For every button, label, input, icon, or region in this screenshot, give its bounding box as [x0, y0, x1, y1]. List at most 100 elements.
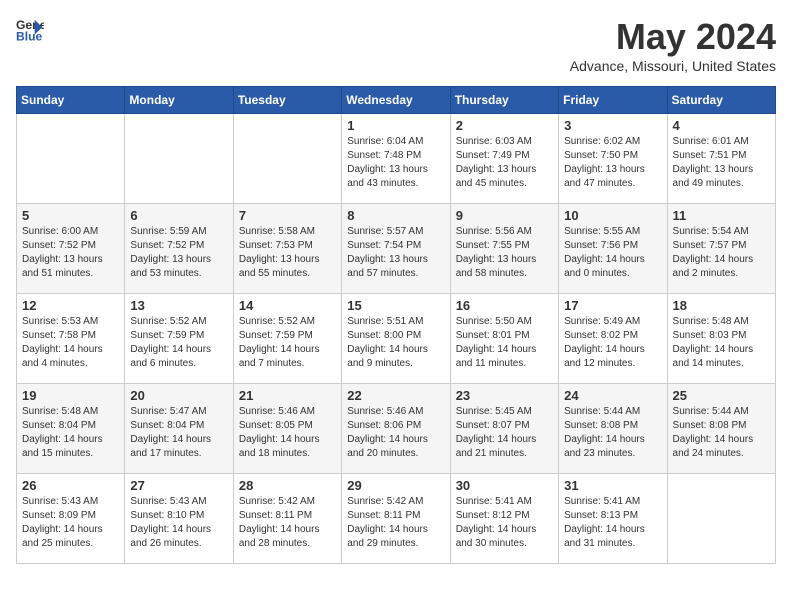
calendar-cell: 28 Sunrise: 5:42 AM Sunset: 8:11 PM Dayli… [233, 474, 341, 564]
day-number: 3 [564, 118, 661, 133]
day-number: 18 [673, 298, 770, 313]
calendar-cell: 22 Sunrise: 5:46 AM Sunset: 8:06 PM Dayli… [342, 384, 450, 474]
week-row-1: 1 Sunrise: 6:04 AM Sunset: 7:48 PM Daylig… [17, 114, 776, 204]
svg-text:Blue: Blue [16, 29, 43, 43]
day-number: 1 [347, 118, 444, 133]
cell-info: Sunrise: 6:02 AM Sunset: 7:50 PM Dayligh… [564, 135, 661, 191]
calendar-cell [233, 114, 341, 204]
calendar-cell [17, 114, 125, 204]
calendar-cell: 12 Sunrise: 5:53 AM Sunset: 7:58 PM Dayli… [17, 294, 125, 384]
calendar-cell: 7 Sunrise: 5:58 AM Sunset: 7:53 PM Daylig… [233, 204, 341, 294]
calendar-cell: 30 Sunrise: 5:41 AM Sunset: 8:12 PM Dayli… [450, 474, 558, 564]
cell-info: Sunrise: 5:52 AM Sunset: 7:59 PM Dayligh… [239, 315, 336, 371]
week-row-2: 5 Sunrise: 6:00 AM Sunset: 7:52 PM Daylig… [17, 204, 776, 294]
day-number: 5 [22, 208, 119, 223]
calendar-cell: 8 Sunrise: 5:57 AM Sunset: 7:54 PM Daylig… [342, 204, 450, 294]
calendar-cell: 24Sunrise: 5:44 AM Sunset: 8:08 PM Dayli… [559, 384, 667, 474]
day-number: 23 [456, 388, 553, 403]
day-number: 12 [22, 298, 119, 313]
cell-info: Sunrise: 5:41 AM Sunset: 8:12 PM Dayligh… [456, 495, 553, 551]
day-number: 6 [130, 208, 227, 223]
calendar-cell: 16 Sunrise: 5:50 AM Sunset: 8:01 PM Dayli… [450, 294, 558, 384]
calendar-cell: 5 Sunrise: 6:00 AM Sunset: 7:52 PM Daylig… [17, 204, 125, 294]
month-year-title: May 2024 [570, 16, 776, 58]
calendar-cell: 20 Sunrise: 5:47 AM Sunset: 8:04 PM Dayli… [125, 384, 233, 474]
day-number: 2 [456, 118, 553, 133]
day-number: 31 [564, 478, 661, 493]
page-header: General Blue May 2024 Advance, Missouri,… [16, 16, 776, 74]
cell-info: Sunrise: 5:46 AM Sunset: 8:05 PM Dayligh… [239, 405, 336, 461]
logo-icon: General Blue [16, 16, 44, 44]
day-number: 4 [673, 118, 770, 133]
cell-info: Sunrise: 5:55 AM Sunset: 7:56 PM Dayligh… [564, 225, 661, 281]
calendar-cell: 1 Sunrise: 6:04 AM Sunset: 7:48 PM Daylig… [342, 114, 450, 204]
cell-info: Sunrise: 5:52 AM Sunset: 7:59 PM Dayligh… [130, 315, 227, 371]
cell-info: Sunrise: 5:47 AM Sunset: 8:04 PM Dayligh… [130, 405, 227, 461]
day-number: 24 [564, 388, 661, 403]
day-number: 17 [564, 298, 661, 313]
calendar-cell: 11 Sunrise: 5:54 AM Sunset: 7:57 PM Dayli… [667, 204, 775, 294]
calendar-header: SundayMondayTuesdayWednesdayThursdayFrid… [17, 87, 776, 114]
cell-info: Sunrise: 5:48 AM Sunset: 8:03 PM Dayligh… [673, 315, 770, 371]
week-row-4: 19 Sunrise: 5:48 AM Sunset: 8:04 PM Dayli… [17, 384, 776, 474]
calendar-cell: 19 Sunrise: 5:48 AM Sunset: 8:04 PM Dayli… [17, 384, 125, 474]
day-number: 14 [239, 298, 336, 313]
calendar-cell: 29 Sunrise: 5:42 AM Sunset: 8:11 PM Dayli… [342, 474, 450, 564]
day-number: 19 [22, 388, 119, 403]
day-number: 7 [239, 208, 336, 223]
day-number: 28 [239, 478, 336, 493]
cell-info: Sunrise: 5:48 AM Sunset: 8:04 PM Dayligh… [22, 405, 119, 461]
cell-info: Sunrise: 6:01 AM Sunset: 7:51 PM Dayligh… [673, 135, 770, 191]
cell-info: Sunrise: 5:53 AM Sunset: 7:58 PM Dayligh… [22, 315, 119, 371]
title-block: May 2024 Advance, Missouri, United State… [570, 16, 776, 74]
cell-info: Sunrise: 5:43 AM Sunset: 8:10 PM Dayligh… [130, 495, 227, 551]
calendar-cell [667, 474, 775, 564]
calendar-cell: 14 Sunrise: 5:52 AM Sunset: 7:59 PM Dayli… [233, 294, 341, 384]
day-number: 15 [347, 298, 444, 313]
day-number: 8 [347, 208, 444, 223]
calendar-cell: 25Sunrise: 5:44 AM Sunset: 8:08 PM Dayli… [667, 384, 775, 474]
day-number: 20 [130, 388, 227, 403]
cell-info: Sunrise: 6:04 AM Sunset: 7:48 PM Dayligh… [347, 135, 444, 191]
cell-info: Sunrise: 5:46 AM Sunset: 8:06 PM Dayligh… [347, 405, 444, 461]
calendar-cell [125, 114, 233, 204]
calendar-cell: 3 Sunrise: 6:02 AM Sunset: 7:50 PM Daylig… [559, 114, 667, 204]
day-number: 30 [456, 478, 553, 493]
cell-info: Sunrise: 5:42 AM Sunset: 8:11 PM Dayligh… [347, 495, 444, 551]
cell-info: Sunrise: 5:56 AM Sunset: 7:55 PM Dayligh… [456, 225, 553, 281]
day-number: 22 [347, 388, 444, 403]
calendar-cell: 17Sunrise: 5:49 AM Sunset: 8:02 PM Dayli… [559, 294, 667, 384]
day-header-tuesday: Tuesday [233, 87, 341, 114]
cell-info: Sunrise: 5:58 AM Sunset: 7:53 PM Dayligh… [239, 225, 336, 281]
day-number: 9 [456, 208, 553, 223]
calendar-cell: 4 Sunrise: 6:01 AM Sunset: 7:51 PM Daylig… [667, 114, 775, 204]
week-row-3: 12 Sunrise: 5:53 AM Sunset: 7:58 PM Dayli… [17, 294, 776, 384]
logo: General Blue [16, 16, 44, 44]
calendar-cell: 10 Sunrise: 5:55 AM Sunset: 7:56 PM Dayli… [559, 204, 667, 294]
day-number: 25 [673, 388, 770, 403]
day-number: 10 [564, 208, 661, 223]
day-number: 16 [456, 298, 553, 313]
cell-info: Sunrise: 5:43 AM Sunset: 8:09 PM Dayligh… [22, 495, 119, 551]
day-number: 26 [22, 478, 119, 493]
calendar-cell: 21 Sunrise: 5:46 AM Sunset: 8:05 PM Dayli… [233, 384, 341, 474]
day-header-friday: Friday [559, 87, 667, 114]
day-number: 21 [239, 388, 336, 403]
cell-info: Sunrise: 5:50 AM Sunset: 8:01 PM Dayligh… [456, 315, 553, 371]
calendar-cell: 23Sunrise: 5:45 AM Sunset: 8:07 PM Dayli… [450, 384, 558, 474]
day-number: 29 [347, 478, 444, 493]
cell-info: Sunrise: 6:03 AM Sunset: 7:49 PM Dayligh… [456, 135, 553, 191]
cell-info: Sunrise: 5:54 AM Sunset: 7:57 PM Dayligh… [673, 225, 770, 281]
cell-info: Sunrise: 5:59 AM Sunset: 7:52 PM Dayligh… [130, 225, 227, 281]
day-number: 13 [130, 298, 227, 313]
cell-info: Sunrise: 5:42 AM Sunset: 8:11 PM Dayligh… [239, 495, 336, 551]
day-number: 27 [130, 478, 227, 493]
week-row-5: 26 Sunrise: 5:43 AM Sunset: 8:09 PM Dayli… [17, 474, 776, 564]
day-number: 11 [673, 208, 770, 223]
cell-info: Sunrise: 5:57 AM Sunset: 7:54 PM Dayligh… [347, 225, 444, 281]
cell-info: Sunrise: 6:00 AM Sunset: 7:52 PM Dayligh… [22, 225, 119, 281]
calendar-cell: 15 Sunrise: 5:51 AM Sunset: 8:00 PM Dayli… [342, 294, 450, 384]
calendar-cell: 2 Sunrise: 6:03 AM Sunset: 7:49 PM Daylig… [450, 114, 558, 204]
cell-info: Sunrise: 5:51 AM Sunset: 8:00 PM Dayligh… [347, 315, 444, 371]
calendar-cell: 18 Sunrise: 5:48 AM Sunset: 8:03 PM Dayli… [667, 294, 775, 384]
